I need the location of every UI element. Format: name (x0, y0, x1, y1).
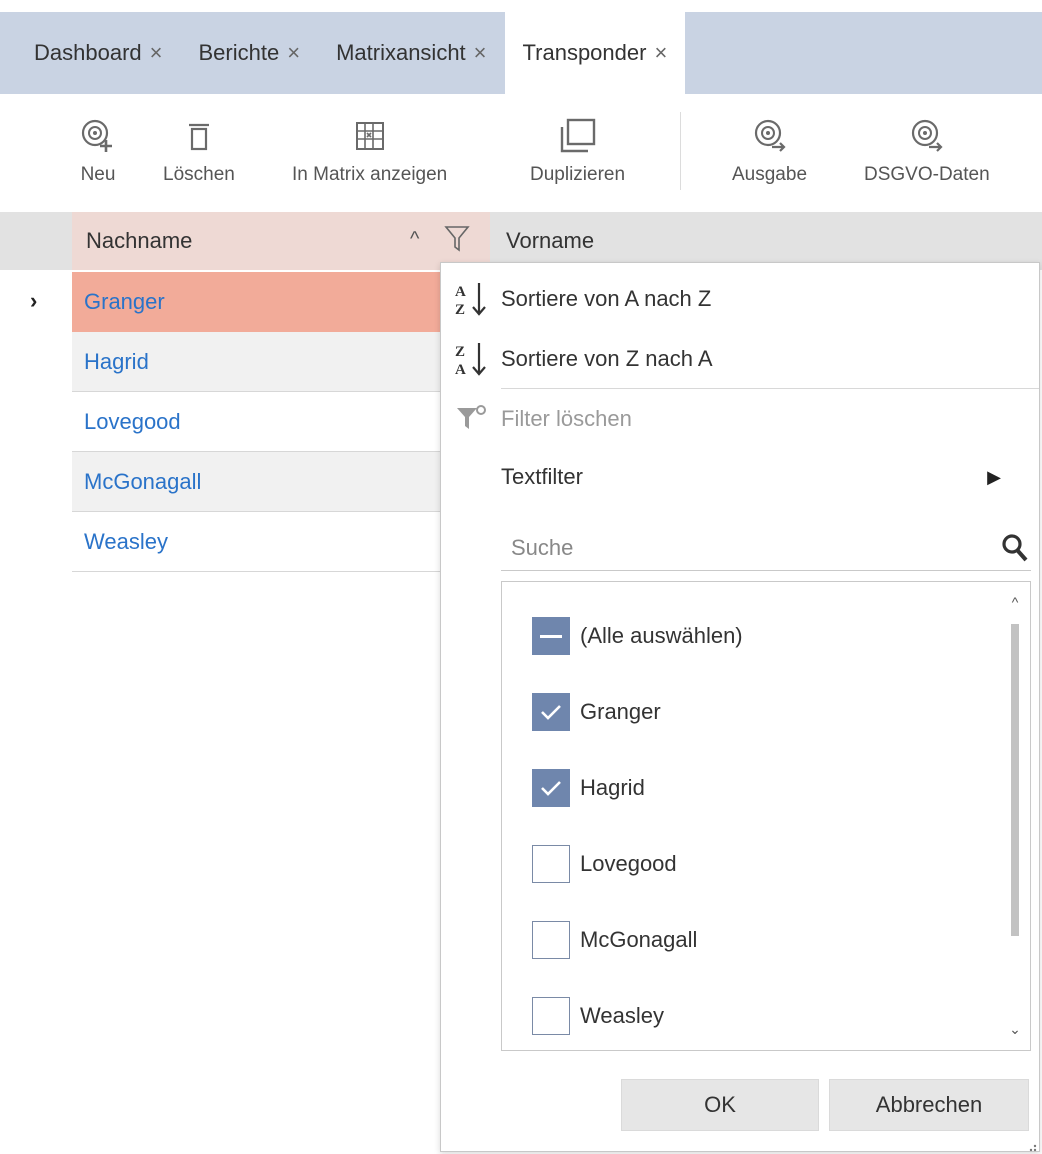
list-item[interactable]: Lovegood (532, 844, 677, 884)
submenu-arrow-icon: ▶ (987, 466, 1001, 487)
matrix-label: In Matrix anzeigen (292, 164, 448, 185)
current-row-indicator: › (30, 288, 38, 313)
checkbox[interactable] (532, 997, 570, 1035)
filter-icon[interactable] (444, 224, 470, 260)
scrollbar-thumb[interactable] (1011, 624, 1019, 936)
checkbox-label: Weasley (580, 1003, 664, 1028)
checkbox-label: McGonagall (580, 927, 698, 952)
menu-label: Textfilter (501, 464, 583, 489)
list-item[interactable]: Weasley (532, 996, 664, 1036)
tab-berichte[interactable]: Berichte × (181, 12, 319, 94)
new-button[interactable]: Neu (80, 112, 116, 186)
check-icon (541, 705, 561, 720)
scroll-up-icon[interactable]: ^ (1008, 594, 1022, 610)
list-item[interactable]: McGonagall (532, 920, 697, 960)
tab-label: Matrixansicht (336, 40, 466, 65)
list-item[interactable]: Hagrid (532, 768, 645, 808)
close-icon[interactable]: × (287, 40, 300, 66)
table-row[interactable]: McGonagall (72, 452, 444, 512)
tab-transponder[interactable]: Transponder × (504, 12, 686, 94)
svg-text:A: A (455, 284, 466, 300)
checkbox[interactable] (532, 769, 570, 807)
search-box (501, 525, 1031, 571)
clear-filter-item[interactable]: Filter löschen (441, 389, 1039, 449)
menu-label: Sortiere von Z nach A (501, 346, 713, 371)
sort-a-to-z-item[interactable]: AZ Sortiere von A nach Z (441, 269, 1039, 329)
checkbox[interactable] (532, 693, 570, 731)
cell-nachname: Hagrid (84, 348, 149, 374)
output-label: Ausgabe (732, 164, 808, 185)
filter-popup: AZ Sortiere von A nach Z ZA Sortiere von… (440, 262, 1040, 1152)
table-row[interactable]: Hagrid (72, 332, 444, 392)
resize-grip-icon[interactable] (1027, 1139, 1037, 1152)
matrix-icon (354, 112, 386, 160)
sort-ascending-icon: ^ (410, 228, 420, 250)
sort-za-icon: ZA (441, 339, 501, 379)
table-row[interactable]: Lovegood (72, 392, 444, 452)
checkbox-label: Lovegood (580, 851, 677, 876)
column-title: Nachname (86, 228, 193, 253)
checkbox-label: Granger (580, 699, 661, 724)
column-header-nachname[interactable]: Nachname ^ (72, 212, 490, 270)
tab-label: Berichte (198, 40, 280, 65)
column-title: Vorname (506, 228, 595, 253)
duplicate-icon (558, 112, 598, 160)
text-filter-item[interactable]: Textfilter ▶ (441, 447, 1039, 507)
tab-bar-filler (685, 12, 1042, 94)
list-item[interactable]: Granger (532, 692, 661, 732)
tab-matrixansicht[interactable]: Matrixansicht × (318, 12, 504, 94)
close-icon[interactable]: × (474, 40, 487, 66)
gdpr-label: DSGVO-Daten (864, 164, 990, 185)
value-list: (Alle auswählen) Granger Hagrid Lovegood… (501, 581, 1031, 1051)
scroll-down-icon[interactable]: ⌄ (1008, 1021, 1022, 1038)
delete-icon (186, 112, 212, 160)
duplicate-label: Duplizieren (530, 164, 626, 185)
table-row[interactable]: Granger (72, 272, 444, 332)
cell-nachname: Lovegood (84, 408, 181, 434)
gdpr-icon (909, 112, 945, 160)
select-all-checkbox[interactable] (532, 617, 570, 655)
cell-nachname: McGonagall (84, 468, 202, 494)
menu-label: Sortiere von A nach Z (501, 286, 712, 311)
delete-label: Löschen (163, 164, 235, 185)
sort-az-icon: AZ (441, 279, 501, 319)
toolbar: Neu Löschen In Matrix anzeigen Duplizier… (0, 94, 1042, 208)
sort-z-to-a-item[interactable]: ZA Sortiere von Z nach A (441, 329, 1039, 389)
ok-button[interactable]: OK (621, 1079, 819, 1131)
new-transponder-icon (80, 112, 116, 160)
tab-label: Transponder (522, 40, 647, 65)
search-icon[interactable] (1001, 533, 1029, 568)
svg-text:Z: Z (455, 302, 465, 318)
clear-filter-icon (441, 403, 501, 435)
tab-dashboard[interactable]: Dashboard × (0, 12, 181, 94)
duplicate-button[interactable]: Duplizieren (530, 112, 625, 186)
tab-bar: Dashboard × Berichte × Matrixansicht × T… (0, 12, 1042, 94)
output-icon (752, 112, 788, 160)
show-in-matrix-button[interactable]: In Matrix anzeigen (292, 112, 447, 186)
select-all-item[interactable]: (Alle auswählen) (532, 616, 743, 656)
cell-nachname: Granger (84, 289, 165, 314)
search-input[interactable] (501, 527, 971, 568)
new-label: Neu (80, 164, 116, 185)
svg-text:A: A (455, 362, 466, 378)
svg-text:Z: Z (455, 344, 465, 360)
checkbox[interactable] (532, 921, 570, 959)
close-icon[interactable]: × (150, 40, 163, 66)
close-icon[interactable]: × (654, 40, 667, 66)
tab-label: Dashboard (34, 40, 142, 65)
gdpr-data-button[interactable]: DSGVO-Daten (864, 112, 990, 186)
scrollbar[interactable]: ^ ⌄ (1008, 592, 1022, 1042)
output-button[interactable]: Ausgabe (732, 112, 807, 186)
menu-label: Filter löschen (501, 406, 632, 431)
check-icon (541, 781, 561, 796)
checkbox-label: (Alle auswählen) (580, 623, 743, 648)
table-row[interactable]: Weasley (72, 512, 444, 572)
checkbox-label: Hagrid (580, 775, 645, 800)
cell-nachname: Weasley (84, 528, 168, 554)
delete-button[interactable]: Löschen (163, 112, 235, 186)
cancel-button[interactable]: Abbrechen (829, 1079, 1029, 1131)
checkbox[interactable] (532, 845, 570, 883)
toolbar-divider (680, 112, 681, 190)
